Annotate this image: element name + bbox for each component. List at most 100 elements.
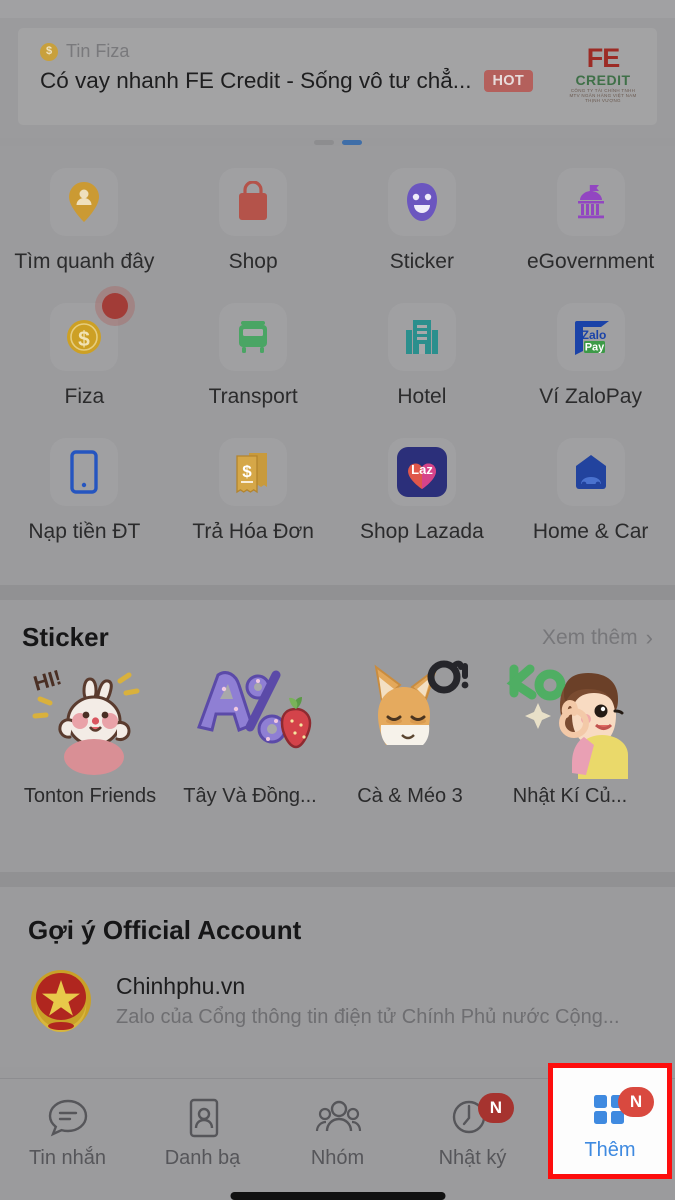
mini-app-grid-section: Tìm quanh đây Shop Sticker eGovernment $… <box>0 146 675 585</box>
oa-item-texts: Chinhphu.vn Zalo của Cổng thông tin điện… <box>116 973 620 1029</box>
oa-item-name: Chinhphu.vn <box>116 973 246 999</box>
svg-text:HI!: HI! <box>31 666 64 696</box>
promo-banner-carousel[interactable]: $ Tin Fiza Có vay nhanh FE Credit - Sống… <box>0 18 675 145</box>
nav-item-danh-ba[interactable]: Danh bạ <box>135 1079 270 1200</box>
banner-source: $ Tin Fiza <box>40 41 129 62</box>
coin-dollar-icon: $ <box>50 293 129 371</box>
oa-item-description: Zalo của Cổng thông tin điện tử Chính Ph… <box>116 1006 620 1028</box>
fe-credit-logo: FE CREDIT CÔNG TY TÀI CHÍNH TNHH MTV NGÂ… <box>569 43 637 104</box>
grid-item-tim-quanh-day[interactable]: Tìm quanh đây <box>0 168 169 303</box>
people-group-icon <box>270 1095 405 1141</box>
highlight-label: Thêm <box>584 1139 636 1161</box>
sticker-section-title: Sticker <box>22 622 109 652</box>
grid-item-label: Tìm quanh đây <box>14 250 155 273</box>
grid-item-label: Ví ZaloPay <box>539 385 642 408</box>
grid-item-shop[interactable]: Shop <box>169 168 338 303</box>
svg-text:Zalo: Zalo <box>581 328 606 342</box>
fe-credit-logo-top: FE <box>586 43 621 73</box>
sticker-pack-label: Tây Và Đồng... <box>183 785 317 807</box>
location-pin-person-icon <box>50 168 119 236</box>
sticker-pack-ca-meo-3[interactable]: Cà & Méo 3 <box>330 659 490 808</box>
grid-item-label: eGovernment <box>527 250 655 273</box>
sticker-pack-label: Nhật Kí Củ... <box>512 785 628 807</box>
nav-item-label: Danh bạ <box>164 1147 241 1169</box>
grid-item-label: Hotel <box>397 385 447 408</box>
hotel-building-icon <box>387 303 456 371</box>
bunny-hi-sticker: HI! <box>20 659 160 779</box>
sticker-list: HI! Tonton Friends Tây Và Đồng... Cà & M… <box>0 659 675 808</box>
grid-item-tra-hoa-don[interactable]: $ Trả Hóa Đơn <box>169 438 338 573</box>
zalopay-icon: Zalo Pay <box>556 303 625 371</box>
sticker-pack-nhat-ki-cua[interactable]: Nhật Kí Củ... <box>490 659 650 808</box>
nav-item-nhat-ky[interactable]: N Nhật ký <box>405 1079 540 1200</box>
letter-a-strawberry-sticker <box>180 659 320 779</box>
grid-squares-icon: N <box>553 1087 667 1129</box>
grid-item-shop-lazada[interactable]: Laz Shop Lazada <box>338 438 507 573</box>
official-account-section: Gợi ý Official Account Chinhphu.vn Zalo … <box>0 887 675 1067</box>
highlight-box-them[interactable]: N Thêm <box>548 1063 672 1179</box>
sticker-pack-tonton-friends[interactable]: HI! Tonton Friends <box>10 659 170 808</box>
fe-credit-logo-sub: CÔNG TY TÀI CHÍNH TNHH MTV NGÂN HÀNG VIỆ… <box>569 88 637 104</box>
grid-item-nap-tien-dt[interactable]: Nạp tiền ĐT <box>0 438 169 573</box>
shopping-bag-icon <box>219 168 288 236</box>
nav-badge-nhat-ky: N <box>477 1093 514 1123</box>
invoice-bill-icon: $ <box>219 438 288 506</box>
carousel-dot-2[interactable] <box>341 140 362 145</box>
promo-banner-card[interactable]: $ Tin Fiza Có vay nhanh FE Credit - Sống… <box>18 28 657 125</box>
clock-icon: N <box>405 1093 540 1141</box>
sticker-see-more-button[interactable]: Xem thêm › <box>542 626 653 650</box>
status-bar-strip <box>0 0 675 18</box>
banner-source-label: Tin Fiza <box>66 41 130 61</box>
lazada-heart-icon: Laz <box>387 438 456 506</box>
see-more-label: Xem thêm <box>541 625 638 649</box>
nav-item-label: Nhóm <box>310 1147 365 1169</box>
government-building-icon <box>556 168 625 236</box>
grid-item-hotel[interactable]: Hotel <box>338 303 507 438</box>
grid-item-label: Nạp tiền ĐT <box>28 520 141 543</box>
house-car-icon <box>556 438 625 506</box>
bus-icon <box>219 303 288 371</box>
banner-title: Có vay nhanh FE Credit - Sống vô tư chẳ.… <box>40 68 472 93</box>
grid-item-sticker[interactable]: Sticker <box>338 168 507 303</box>
sticker-pack-tay-va-dong[interactable]: Tây Và Đồng... <box>170 659 330 808</box>
grid-item-vi-zalopay[interactable]: Zalo Pay Ví ZaloPay <box>506 303 675 438</box>
svg-text:Laz: Laz <box>411 462 433 477</box>
sticker-section: Sticker Xem thêm › HI! Tonton Friends Tâ… <box>0 600 675 872</box>
coin-dollar-icon: $ <box>40 42 58 61</box>
vietnam-national-emblem-icon <box>28 968 94 1034</box>
grid-item-label: Fiza <box>64 385 105 408</box>
grid-item-fiza[interactable]: $ Fiza <box>0 293 169 438</box>
grid-item-label: Trả Hóa Đơn <box>192 520 314 543</box>
section-divider-2 <box>0 872 675 887</box>
nav-badge-them-highlight: N <box>617 1087 654 1117</box>
grid-item-egovernment[interactable]: eGovernment <box>506 168 675 303</box>
carousel-page-indicator[interactable] <box>0 140 675 145</box>
carousel-dot-1[interactable] <box>313 140 334 145</box>
grid-item-label: Home & Car <box>532 520 649 543</box>
grid-item-label: Shop <box>228 250 278 273</box>
sticker-pack-label: Cà & Méo 3 <box>357 785 463 807</box>
notification-dot-badge <box>102 293 129 319</box>
girl-ok-sticker <box>500 659 640 779</box>
banner-title-row: Có vay nhanh FE Credit - Sống vô tư chẳ.… <box>40 68 577 94</box>
nav-item-label: Nhật ký <box>438 1147 507 1169</box>
svg-text:$: $ <box>242 462 252 481</box>
contact-card-icon <box>135 1095 270 1141</box>
svg-text:$: $ <box>79 328 91 351</box>
app-screen: $ Tin Fiza Có vay nhanh FE Credit - Sống… <box>0 0 675 1200</box>
nav-item-tin-nhan[interactable]: Tin nhắn <box>0 1079 135 1200</box>
sticker-pack-label: Tonton Friends <box>23 785 157 807</box>
grid-item-transport[interactable]: Transport <box>169 303 338 438</box>
grid-item-label: Shop Lazada <box>359 520 484 543</box>
oa-section-title: Gợi ý Official Account <box>28 915 302 945</box>
mini-app-grid: Tìm quanh đây Shop Sticker eGovernment $… <box>0 146 675 573</box>
fe-credit-logo-mid: CREDIT <box>575 71 631 88</box>
hot-badge: HOT <box>483 70 534 92</box>
shiba-dog-sticker <box>340 659 480 779</box>
nav-item-nhom[interactable]: Nhóm <box>270 1079 405 1200</box>
oa-list-item[interactable]: Chinhphu.vn Zalo của Cổng thông tin điện… <box>0 946 675 1034</box>
grid-item-home-car[interactable]: Home & Car <box>506 438 675 573</box>
grid-item-label: Transport <box>208 385 298 408</box>
svg-text:Pay: Pay <box>584 342 604 354</box>
grid-item-label: Sticker <box>389 250 454 273</box>
